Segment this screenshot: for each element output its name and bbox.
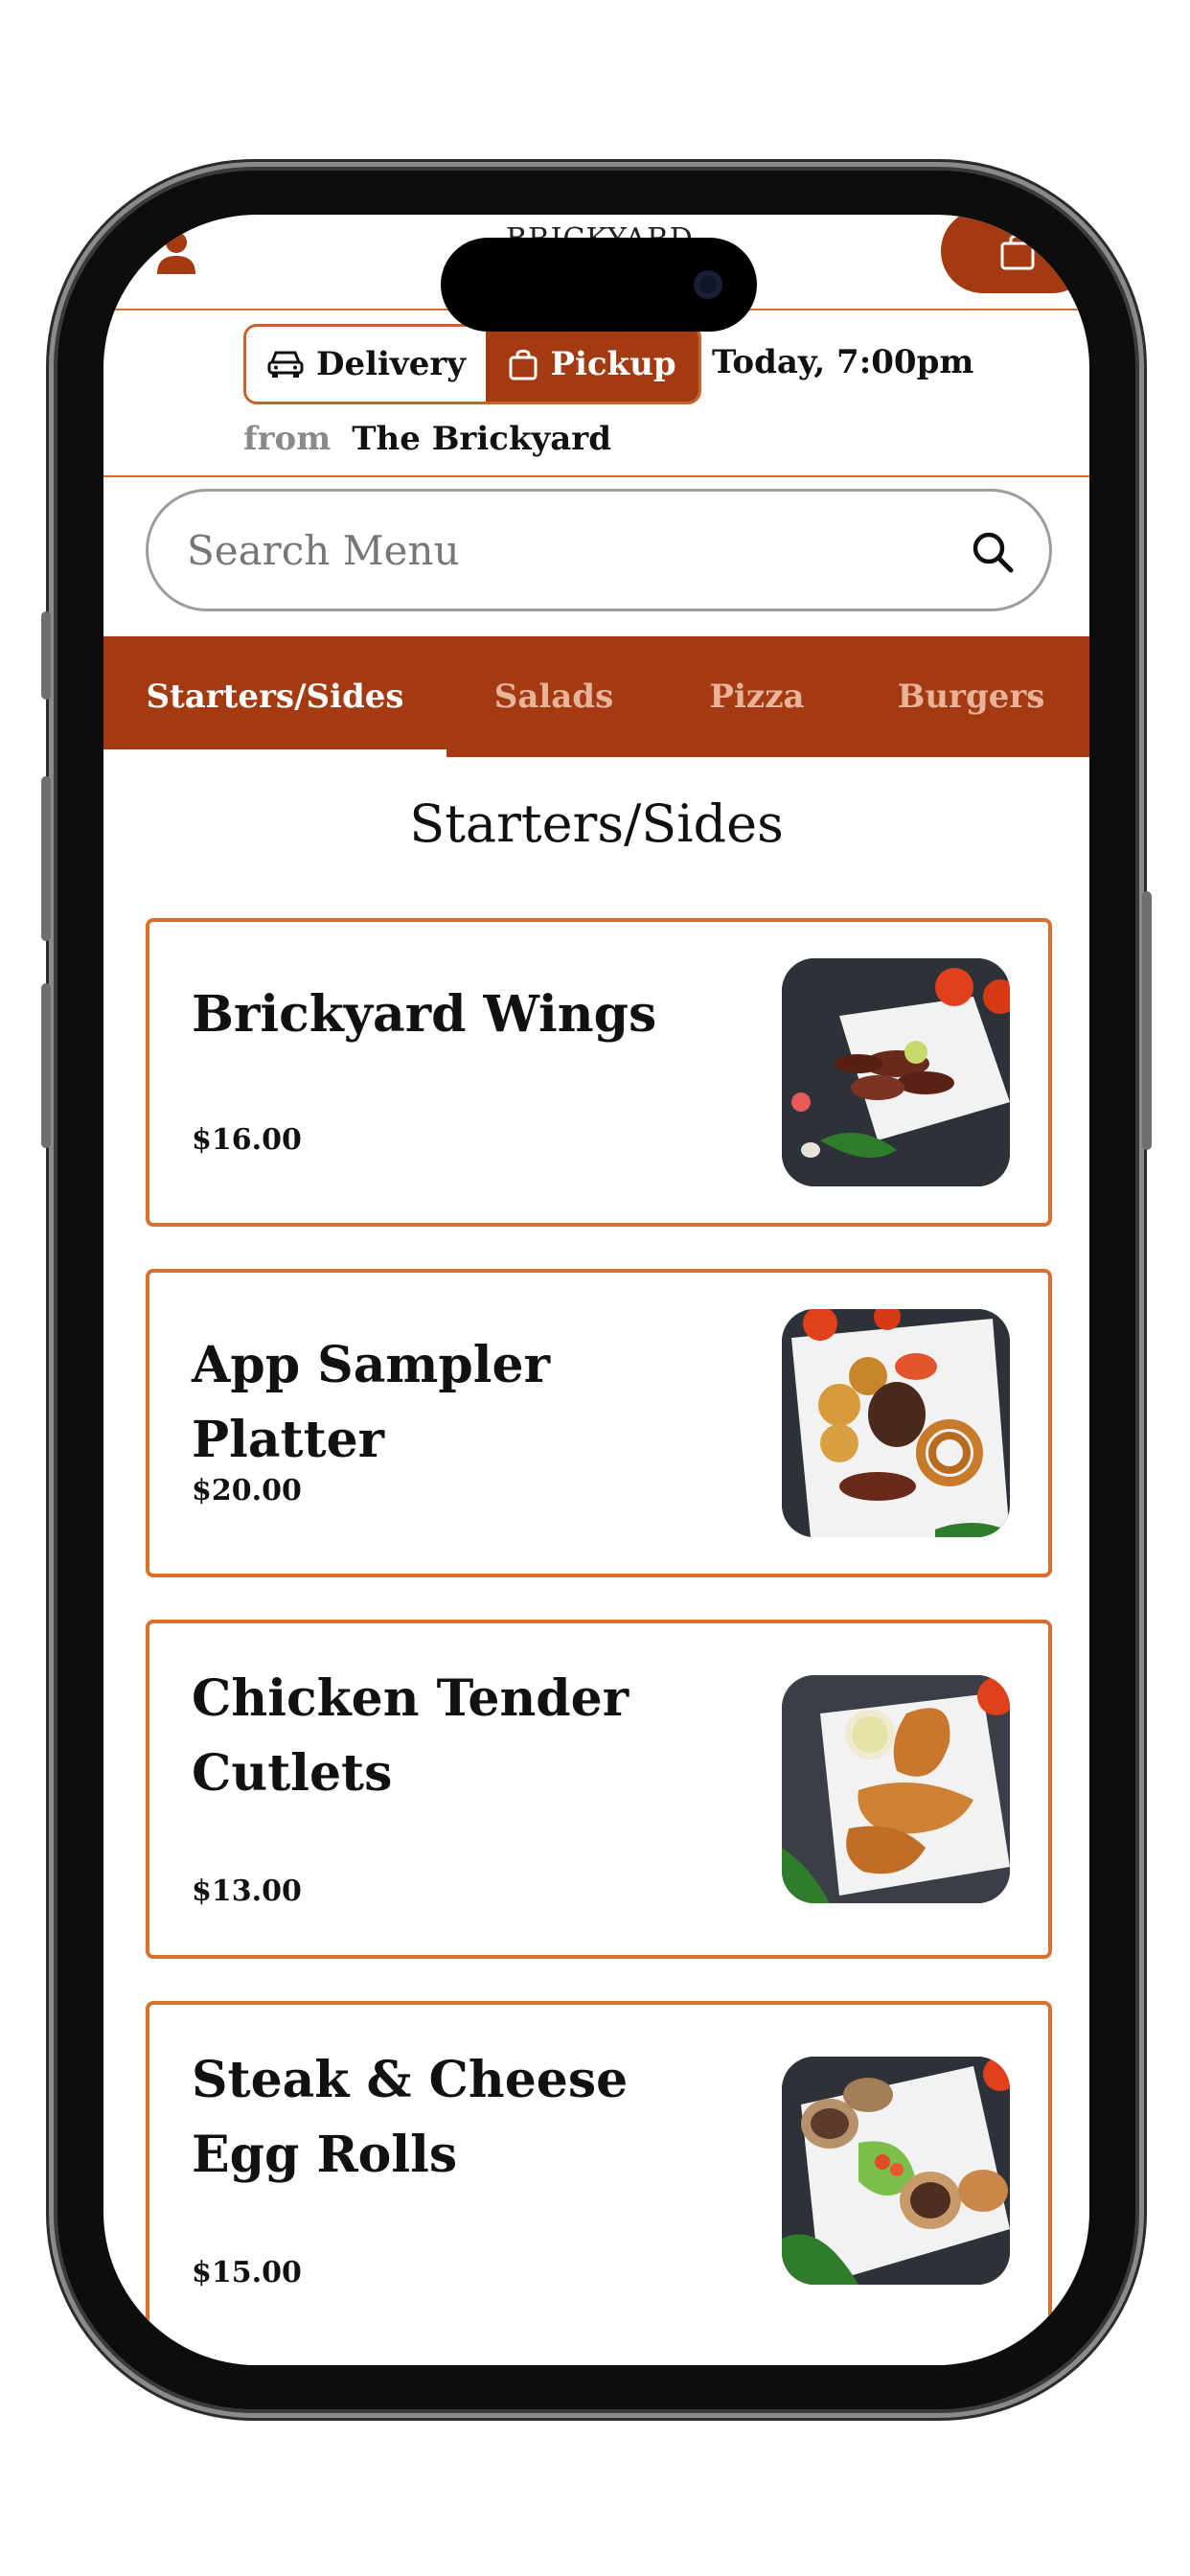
power-button [1142, 891, 1152, 1150]
delivery-label: Delivery [315, 345, 466, 383]
menu-item-name: Brickyard Wings [192, 985, 657, 1044]
order-mode-toggle: Delivery Pickup [243, 324, 701, 404]
egg-rolls-photo [782, 2057, 1010, 2285]
cart-button[interactable] [941, 215, 1089, 293]
sampler-platter-photo [782, 1309, 1010, 1537]
volume-up-button [41, 776, 51, 941]
action-button [41, 611, 51, 700]
menu-item-name: Chicken Tender Cutlets [192, 1669, 629, 1803]
menu-item-card[interactable]: Chicken Tender Cutlets $13.00 [146, 1620, 1052, 1959]
tab-salads[interactable]: Salads [446, 636, 661, 757]
delivery-button[interactable]: Delivery [246, 327, 486, 402]
camera-icon [694, 270, 722, 299]
header-divider [103, 475, 1089, 477]
dynamic-island [441, 238, 757, 332]
location-name: The Brickyard [352, 420, 611, 458]
section-title: Starters/Sides [409, 794, 784, 854]
pickup-button[interactable]: Pickup [486, 327, 698, 402]
shopping-bag-icon [1000, 234, 1035, 270]
tab-starters-sides[interactable]: Starters/Sides [103, 636, 446, 757]
chicken-cutlets-photo [782, 1675, 1010, 1903]
chicken-wings-photo [782, 958, 1010, 1186]
tab-burgers[interactable]: Burgers [853, 636, 1089, 757]
menu-item-price: $16.00 [192, 1123, 302, 1157]
from-label: from [243, 420, 332, 458]
menu-item-card[interactable]: App Sampler Platter $20.00 [146, 1269, 1052, 1577]
menu-item-price: $15.00 [192, 2256, 302, 2289]
location-row[interactable]: from The Brickyard [243, 420, 611, 458]
search-icon[interactable] [971, 530, 1015, 574]
menu-item-name: Steak & Cheese Egg Rolls [192, 2051, 629, 2184]
volume-down-button [41, 983, 51, 1148]
app-screen: BRICKYARD Delivery [103, 215, 1089, 2365]
tab-pizza[interactable]: Pizza [661, 636, 853, 757]
menu-item-card[interactable]: Steak & Cheese Egg Rolls $15.00 [146, 2001, 1052, 2365]
menu-item-price: $20.00 [192, 1474, 302, 1507]
pickup-time[interactable]: Today, 7:00pm [712, 343, 973, 381]
phone-frame: BRICKYARD Delivery [41, 171, 1152, 2409]
user-icon[interactable] [155, 230, 197, 276]
category-tabs: Starters/Sides Salads Pizza Burgers [103, 636, 1089, 757]
search-bar[interactable] [146, 489, 1052, 611]
search-input[interactable] [187, 520, 934, 580]
menu-item-price: $13.00 [192, 1874, 302, 1908]
car-icon [267, 351, 304, 378]
pickup-label: Pickup [550, 345, 676, 383]
shopping-bag-icon [509, 349, 538, 380]
menu-item-name: App Sampler Platter [192, 1336, 551, 1469]
menu-item-card[interactable]: Brickyard Wings $16.00 [146, 918, 1052, 1227]
